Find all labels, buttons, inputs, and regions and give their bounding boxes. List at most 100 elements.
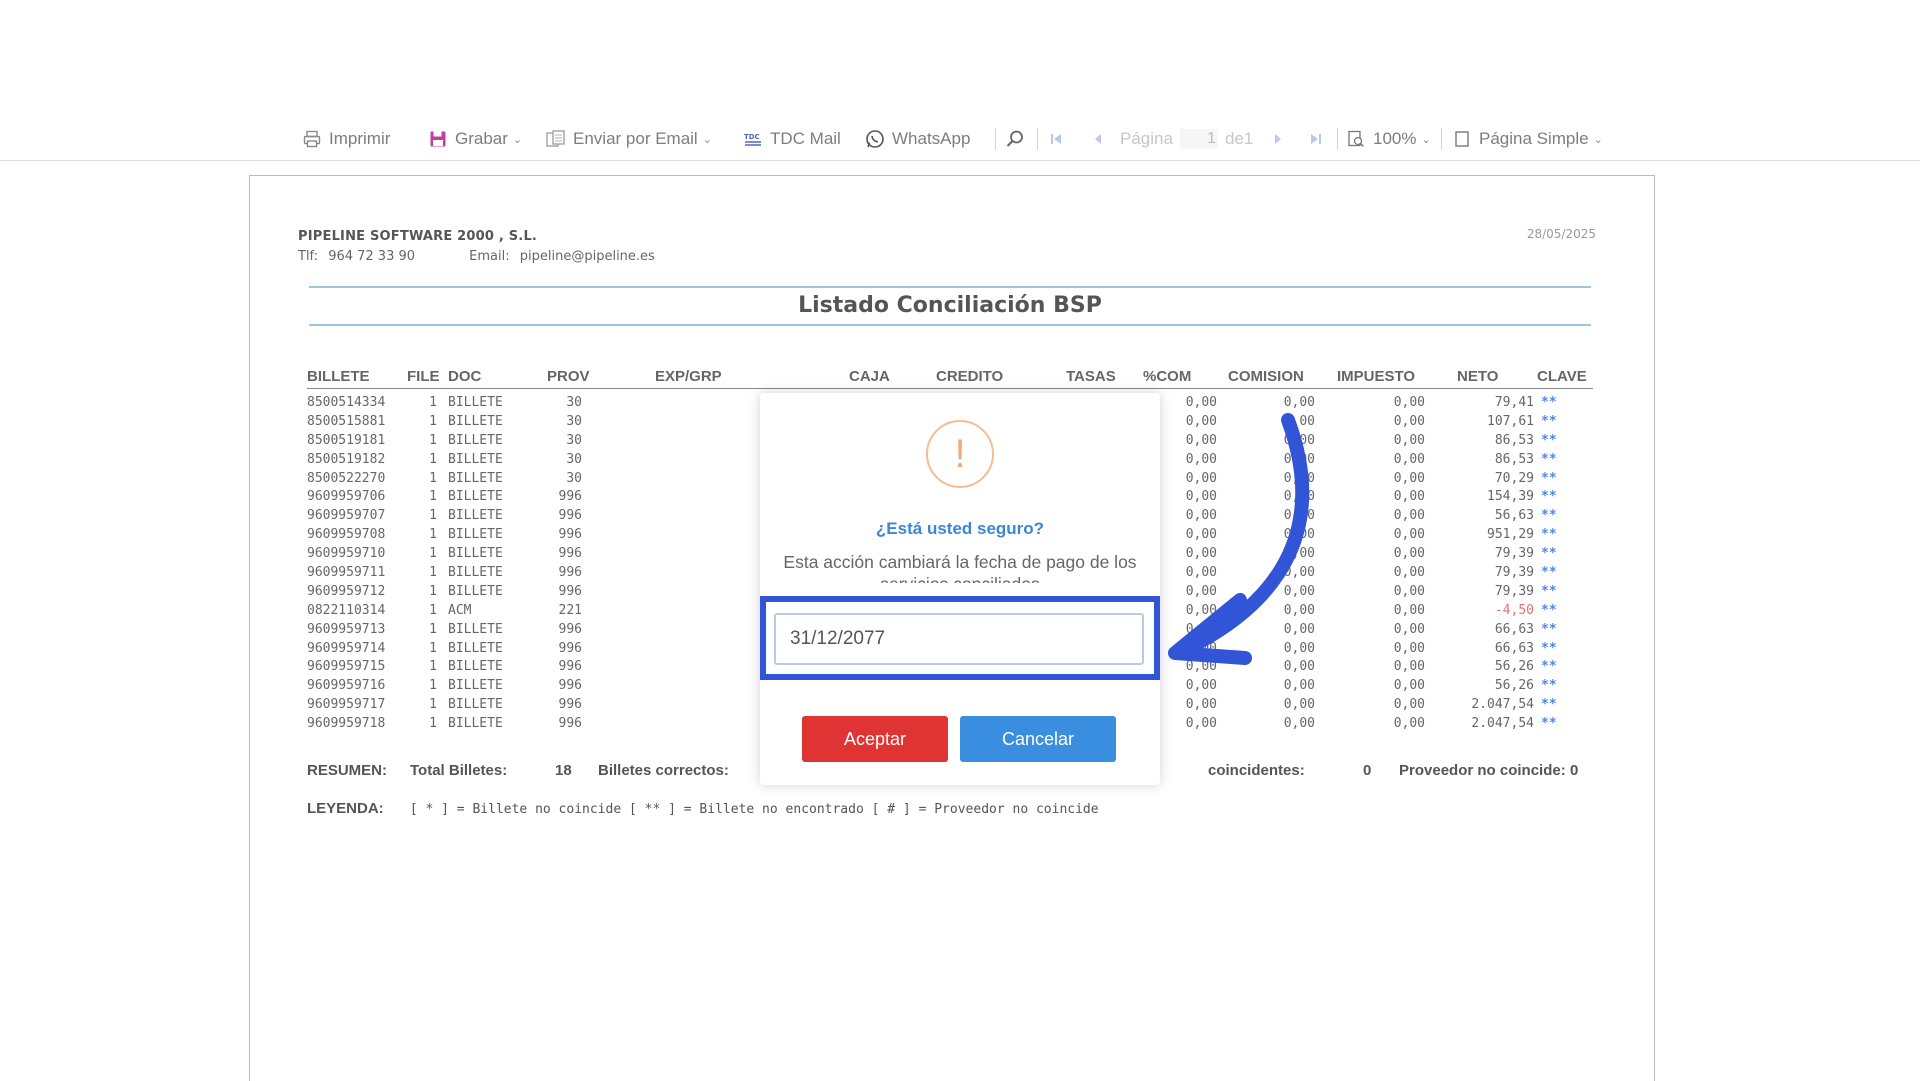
cell-billete: 9609959713 [307, 621, 386, 637]
cell-prov: 30 [566, 413, 582, 429]
cell-neto: 86,53 [1494, 432, 1534, 448]
phone-label: Tlf: [298, 249, 319, 264]
cell-clave: ** [1541, 489, 1557, 505]
cell-file: 1 [429, 527, 437, 543]
cell-impuesto: 0,00 [1393, 413, 1425, 429]
cell-file: 1 [429, 489, 437, 505]
cell-billete: 8500519182 [307, 451, 386, 467]
first-page-icon [1046, 129, 1066, 149]
cell-clave: ** [1541, 583, 1557, 599]
toolbar-divider [995, 128, 996, 150]
chevron-down-icon: ⌄ [512, 133, 523, 146]
cell-billete: 8500514334 [307, 395, 386, 410]
chevron-down-icon: ⌄ [702, 133, 712, 146]
cell-prov: 996 [558, 621, 582, 637]
email-label: Enviar por Email [573, 129, 698, 148]
cell-pcom: 0,00 [1185, 621, 1217, 637]
cell-comision: 0,00 [1283, 640, 1315, 656]
page-number-input[interactable] [1179, 129, 1218, 149]
column-clave: CLAVE [1537, 368, 1587, 385]
cell-comision: 0,00 [1283, 470, 1315, 486]
cell-pcom: 0,00 [1185, 716, 1217, 732]
column-impuesto: IMPUESTO [1337, 368, 1416, 385]
chevron-down-icon: ⌄ [1421, 133, 1431, 146]
cell-file: 1 [429, 565, 437, 581]
cell-billete: 9609959714 [307, 640, 386, 656]
cell-doc: BILLETE [448, 489, 503, 505]
cell-doc: BILLETE [448, 413, 503, 429]
cell-doc: BILLETE [448, 470, 503, 486]
cell-file: 1 [429, 432, 437, 448]
cell-clave: ** [1541, 602, 1557, 618]
email-address: pipeline@pipeline.es [519, 249, 655, 264]
cell-billete: 9609959718 [307, 716, 386, 732]
cell-impuesto: 0,00 [1393, 451, 1425, 467]
cell-doc: BILLETE [448, 659, 503, 675]
cell-impuesto: 0,00 [1393, 395, 1425, 410]
print-button[interactable]: Imprimir [302, 126, 390, 152]
save-label: Grabar [455, 129, 508, 148]
cell-billete: 9609959706 [307, 489, 386, 505]
email-dropdown[interactable]: Enviar por Email ⌄ [546, 126, 712, 152]
summary-total-label: Total Billetes: [410, 762, 508, 779]
cancel-button[interactable]: Cancelar [960, 716, 1116, 762]
confirm-dialog: ! ¿Está usted seguro? Esta acción cambia… [760, 393, 1160, 785]
cell-impuesto: 0,00 [1393, 489, 1425, 505]
cell-impuesto: 0,00 [1393, 508, 1425, 524]
whatsapp-icon [865, 129, 885, 149]
search-button[interactable] [1005, 126, 1025, 152]
report-date: 28/05/2025 [1526, 227, 1596, 241]
cell-comision: 0,00 [1283, 489, 1315, 505]
toolbar-divider [1337, 128, 1338, 150]
cell-clave: ** [1541, 621, 1557, 637]
cell-prov: 996 [558, 716, 582, 732]
view-mode-dropdown[interactable]: Página Simple ⌄ [1452, 126, 1603, 152]
cell-clave: ** [1541, 716, 1557, 732]
next-page-button[interactable] [1268, 126, 1288, 152]
cell-impuesto: 0,00 [1393, 527, 1425, 543]
company-name: PIPELINE SOFTWARE 2000 , S.L. [298, 229, 538, 244]
last-page-button[interactable] [1306, 126, 1326, 152]
column-doc: DOC [448, 368, 482, 385]
zoom-dropdown[interactable]: 100% ⌄ [1346, 126, 1431, 152]
cell-doc: BILLETE [448, 527, 503, 543]
cell-comision: 0,00 [1283, 697, 1315, 713]
cell-doc: ACM [448, 602, 472, 618]
zoom-page-icon [1346, 129, 1366, 149]
cell-comision: 0,00 [1283, 451, 1315, 467]
page-navigator: Página de1 [1120, 126, 1253, 152]
report-viewer-toolbar: Imprimir Grabar ⌄ Enviar por Email ⌄ TDC… [0, 0, 1920, 161]
cell-pcom: 0,00 [1185, 583, 1217, 599]
cell-clave: ** [1541, 527, 1557, 543]
previous-page-button[interactable] [1088, 126, 1108, 152]
cell-neto: 86,53 [1494, 451, 1534, 467]
cell-impuesto: 0,00 [1393, 678, 1425, 694]
cell-impuesto: 0,00 [1393, 716, 1425, 732]
first-page-button[interactable] [1046, 126, 1066, 152]
cell-doc: BILLETE [448, 546, 503, 562]
cell-billete: 8500522270 [307, 470, 386, 486]
whatsapp-button[interactable]: WhatsApp [865, 126, 970, 152]
cell-doc: BILLETE [448, 621, 503, 637]
save-dropdown[interactable]: Grabar ⌄ [428, 126, 522, 152]
cell-impuesto: 0,00 [1393, 621, 1425, 637]
tdc-mail-button[interactable]: TDC TDC Mail [743, 126, 841, 152]
cell-pcom: 0,00 [1185, 508, 1217, 524]
cell-neto: 107,61 [1487, 413, 1534, 429]
cell-pcom: 0,00 [1185, 470, 1217, 486]
cell-pcom: 0,00 [1185, 565, 1217, 581]
cell-impuesto: 0,00 [1393, 640, 1425, 656]
phone-number: 964 72 33 90 [328, 249, 416, 264]
cell-clave: ** [1541, 546, 1557, 562]
cell-prov: 30 [566, 451, 582, 467]
cell-neto: 154,39 [1487, 489, 1534, 505]
cell-file: 1 [429, 546, 437, 562]
cell-prov: 30 [566, 395, 582, 410]
column-pcom: %COM [1143, 368, 1192, 385]
cell-neto: 79,39 [1494, 583, 1534, 599]
cell-prov: 30 [566, 470, 582, 486]
accept-button[interactable]: Aceptar [802, 716, 948, 762]
cell-impuesto: 0,00 [1393, 432, 1425, 448]
cell-comision: 0,00 [1283, 546, 1315, 562]
cell-clave: ** [1541, 470, 1557, 486]
